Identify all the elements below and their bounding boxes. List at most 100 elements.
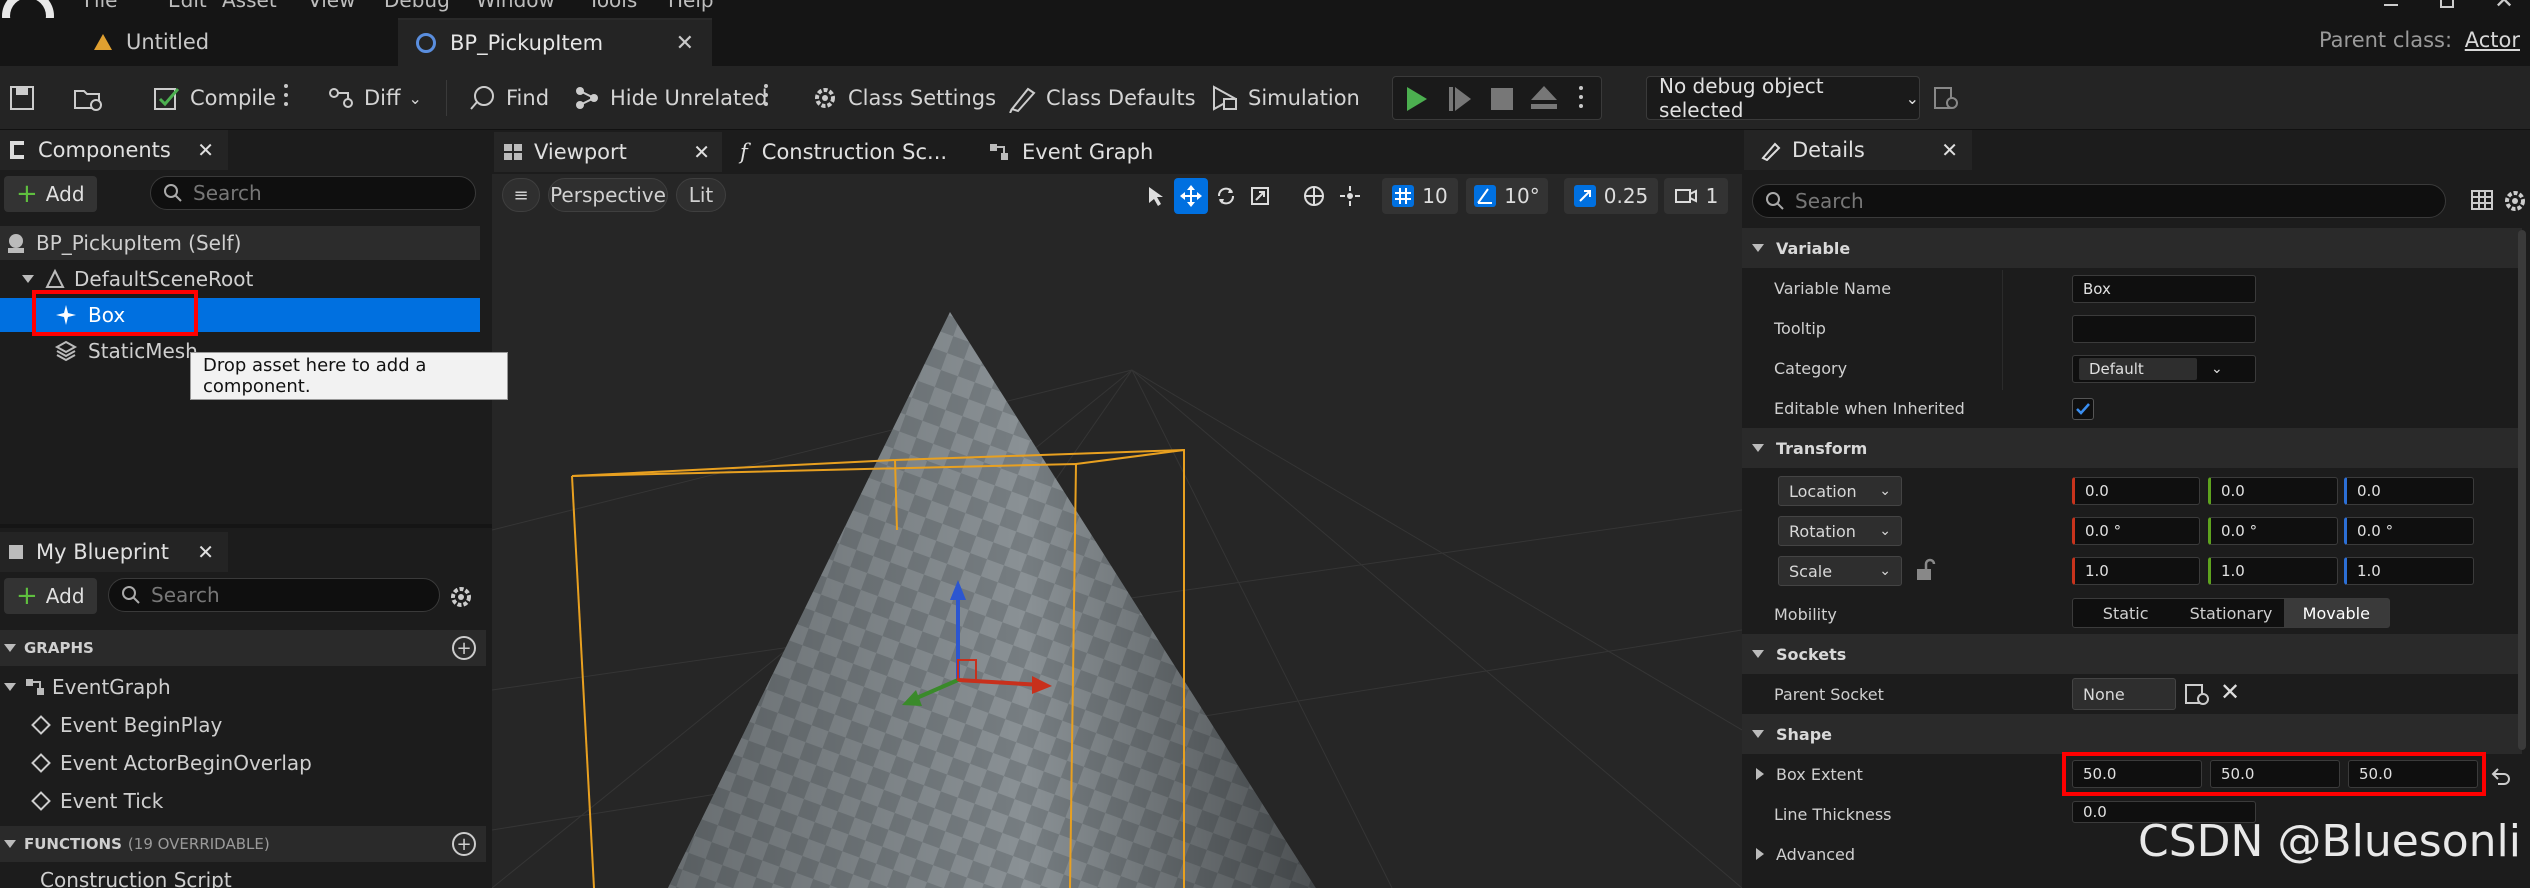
expand-arrow-icon[interactable] (1756, 768, 1764, 780)
class-settings-button[interactable]: Class Settings (810, 66, 996, 130)
scale-z-input[interactable]: 1.0 (2344, 557, 2474, 585)
tab-construction-script[interactable]: f Construction Sc... (740, 132, 947, 172)
variable-name-input[interactable]: Box (2072, 275, 2256, 303)
add-graph-icon[interactable]: + (452, 636, 476, 660)
event-item-tick[interactable]: Event Tick (31, 784, 163, 818)
editable-inherited-checkbox[interactable] (2072, 398, 2094, 420)
play-options-icon[interactable] (1579, 86, 1583, 112)
grid-snap-toggle[interactable]: 10 (1382, 178, 1458, 214)
graph-item-eventgraph[interactable]: EventGraph (0, 670, 171, 704)
scale-mode-dropdown[interactable]: Scale ⌄ (1778, 556, 1902, 586)
menu-tools[interactable]: Tools (588, 0, 637, 12)
surface-snap-icon[interactable] (1334, 178, 1366, 214)
translate-mode-icon[interactable] (1174, 178, 1208, 214)
property-matrix-icon[interactable] (2470, 188, 2496, 214)
play-icon[interactable] (1407, 87, 1427, 111)
variable-section-header[interactable]: Variable (1742, 228, 2522, 268)
event-item-actorbeginoverlap[interactable]: Event ActorBeginOverlap (31, 746, 312, 780)
transform-section-header[interactable]: Transform (1742, 428, 2522, 468)
save-button[interactable] (8, 66, 36, 130)
debug-filter-button[interactable] (1932, 66, 1960, 130)
scale-snap-toggle[interactable]: 0.25 (1564, 178, 1658, 214)
menu-view[interactable]: View (308, 0, 355, 12)
details-scrollbar[interactable] (2518, 230, 2526, 750)
menu-file[interactable]: File (84, 0, 117, 12)
browse-button[interactable] (72, 66, 106, 130)
advance-frame-icon[interactable] (1449, 87, 1473, 111)
rotation-snap-toggle[interactable]: 10° (1466, 178, 1548, 214)
function-item-construction-script[interactable]: Construction Script (40, 868, 232, 888)
details-search-input[interactable]: Search (1752, 184, 2446, 218)
add-component-button[interactable]: + Add (4, 176, 97, 212)
expand-arrow-icon[interactable] (22, 275, 34, 283)
parent-class-link[interactable]: Actor (2465, 28, 2520, 52)
simulation-button[interactable]: Simulation (1210, 66, 1360, 130)
add-blueprint-item-button[interactable]: + Add (4, 578, 97, 614)
components-tab[interactable]: Components ✕ (0, 130, 228, 170)
world-local-icon[interactable] (1298, 178, 1330, 214)
tree-item-self[interactable]: BP_PickupItem (Self) (0, 226, 480, 260)
perspective-button[interactable]: Perspective (548, 178, 668, 212)
category-combo[interactable]: Default ⌄ (2072, 355, 2256, 383)
blueprint-settings-gear-icon[interactable] (448, 584, 474, 610)
rotation-z-input[interactable]: 0.0 ° (2344, 517, 2474, 545)
graphs-section-header[interactable]: GRAPHS + (0, 630, 486, 666)
viewport-menu-button[interactable]: ≡ (502, 178, 540, 212)
tab-untitled[interactable]: Untitled (76, 18, 386, 66)
sockets-section-header[interactable]: Sockets (1742, 634, 2522, 674)
tooltip-input[interactable] (2072, 315, 2256, 343)
details-tab[interactable]: Details ✕ (1744, 130, 1972, 170)
location-mode-dropdown[interactable]: Location ⌄ (1778, 476, 1902, 506)
maximize-icon[interactable] (2440, 0, 2454, 8)
scale-y-input[interactable]: 1.0 (2208, 557, 2338, 585)
compile-options-icon[interactable] (284, 84, 288, 110)
blueprint-search-input[interactable]: Search (108, 578, 440, 612)
components-search-input[interactable]: Search (150, 176, 476, 210)
reset-to-default-icon[interactable] (2490, 766, 2512, 786)
stop-icon[interactable] (1491, 88, 1513, 110)
parent-socket-picker[interactable]: None (2072, 678, 2176, 710)
close-my-blueprint-icon[interactable]: ✕ (197, 540, 214, 564)
browse-socket-icon[interactable] (2184, 682, 2212, 708)
tab-bp-pickupitem[interactable]: BP_PickupItem ✕ (398, 18, 712, 66)
rotate-mode-icon[interactable] (1210, 178, 1242, 214)
location-y-input[interactable]: 0.0 (2208, 477, 2338, 505)
eject-icon[interactable] (1531, 86, 1557, 112)
hide-unrelated-button[interactable]: Hide Unrelated (572, 66, 768, 130)
clear-socket-icon[interactable]: ✕ (2220, 678, 2240, 706)
details-settings-gear-icon[interactable] (2502, 188, 2528, 214)
menu-debug[interactable]: Debug (384, 0, 450, 12)
close-tab-icon[interactable]: ✕ (676, 31, 694, 56)
camera-speed-button[interactable]: 1 (1664, 178, 1728, 214)
my-blueprint-tab[interactable]: My Blueprint ✕ (0, 532, 228, 572)
location-x-input[interactable]: 0.0 (2072, 477, 2200, 505)
find-button[interactable]: Find (468, 66, 549, 130)
shape-section-header[interactable]: Shape (1742, 714, 2522, 754)
tab-event-graph[interactable]: Event Graph (988, 132, 1153, 172)
functions-section-header[interactable]: FUNCTIONS (19 OVERRIDABLE) + (0, 826, 486, 862)
location-z-input[interactable]: 0.0 (2344, 477, 2474, 505)
mobility-movable-option[interactable]: Movable (2283, 599, 2389, 627)
menu-help[interactable]: Help (668, 0, 714, 12)
close-details-icon[interactable]: ✕ (1941, 138, 1958, 162)
rotation-y-input[interactable]: 0.0 ° (2208, 517, 2338, 545)
minimize-icon[interactable] (2384, 4, 2398, 6)
close-window-icon[interactable]: ✕ (2494, 0, 2514, 14)
viewport[interactable]: ≡ Perspective Lit 10 10° 0.25 1 (492, 130, 1742, 888)
diff-button[interactable]: Diff ⌄ (326, 66, 422, 130)
debug-object-select[interactable]: No debug object selected ⌄ (1646, 74, 1920, 122)
mobility-stationary-option[interactable]: Stationary (2178, 599, 2283, 627)
class-defaults-button[interactable]: Class Defaults (1008, 66, 1196, 130)
mobility-static-option[interactable]: Static (2073, 599, 2178, 627)
tab-viewport[interactable]: Viewport ✕ (494, 132, 722, 172)
menu-window[interactable]: Window (476, 0, 555, 12)
select-mode-icon[interactable] (1140, 178, 1172, 214)
event-item-beginplay[interactable]: Event BeginPlay (31, 708, 222, 742)
menu-asset[interactable]: Asset (222, 0, 277, 12)
rotation-x-input[interactable]: 0.0 ° (2072, 517, 2200, 545)
menu-edit[interactable]: Edit (168, 0, 207, 12)
compile-button[interactable]: Compile (152, 66, 276, 130)
rotation-mode-dropdown[interactable]: Rotation ⌄ (1778, 516, 1902, 546)
chevron-down-icon[interactable]: ⌄ (2211, 361, 2223, 377)
add-function-icon[interactable]: + (452, 832, 476, 856)
